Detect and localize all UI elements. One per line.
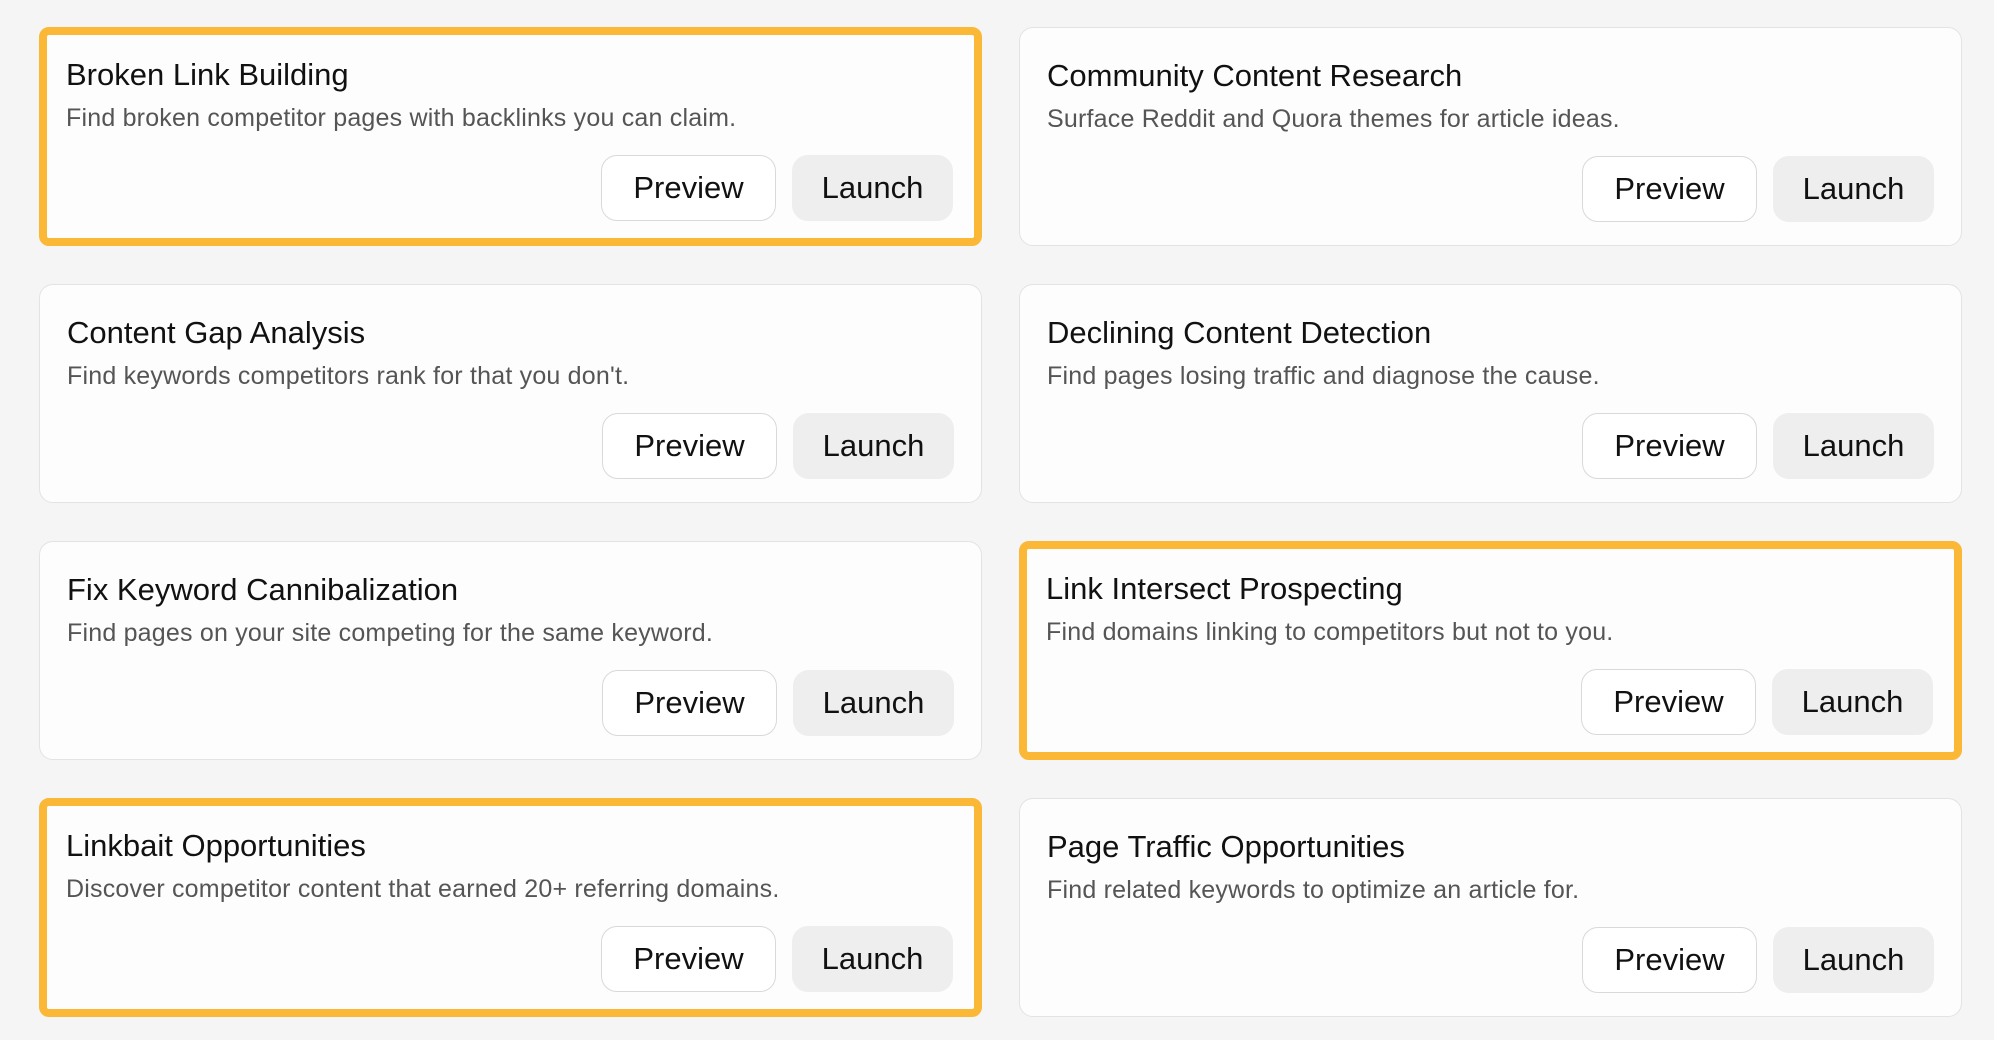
card-title: Linkbait Opportunities	[66, 828, 366, 863]
workflow-card-declining-content-detection: Declining Content Detection Find pages l…	[1019, 284, 1962, 503]
launch-button[interactable]: Launch	[792, 155, 953, 221]
workflow-card-fix-keyword-cannibalization: Fix Keyword Cannibalization Find pages o…	[39, 541, 982, 760]
card-description: Find pages on your site competing for th…	[67, 619, 714, 647]
launch-button[interactable]: Launch	[1773, 156, 1934, 222]
workflow-card-content-gap-analysis: Content Gap Analysis Find keywords compe…	[39, 284, 982, 503]
card-title: Link Intersect Prospecting	[1046, 571, 1403, 606]
preview-button[interactable]: Preview	[602, 413, 777, 479]
card-title: Content Gap Analysis	[67, 315, 366, 350]
workflow-card-grid: Broken Link Building Find broken competi…	[39, 27, 1962, 1017]
card-title: Broken Link Building	[66, 57, 349, 92]
workflow-card-linkbait-opportunities: Linkbait Opportunities Discover competit…	[39, 798, 982, 1017]
preview-button[interactable]: Preview	[1582, 156, 1757, 222]
card-title: Declining Content Detection	[1047, 315, 1432, 350]
card-title: Fix Keyword Cannibalization	[67, 572, 459, 607]
preview-button[interactable]: Preview	[1582, 413, 1757, 479]
preview-button[interactable]: Preview	[602, 670, 777, 736]
card-description: Find keywords competitors rank for that …	[67, 362, 630, 390]
workflow-card-link-intersect-prospecting: Link Intersect Prospecting Find domains …	[1019, 541, 1962, 760]
launch-button[interactable]: Launch	[793, 413, 954, 479]
card-description: Find domains linking to competitors but …	[1046, 618, 1614, 646]
preview-button[interactable]: Preview	[1581, 669, 1756, 735]
card-title: Page Traffic Opportunities	[1047, 829, 1405, 864]
card-description: Find pages losing traffic and diagnose t…	[1047, 362, 1600, 390]
preview-button[interactable]: Preview	[1582, 927, 1757, 993]
launch-button[interactable]: Launch	[792, 926, 953, 992]
launch-button[interactable]: Launch	[1773, 413, 1934, 479]
preview-button[interactable]: Preview	[601, 926, 776, 992]
launch-button[interactable]: Launch	[1773, 927, 1934, 993]
launch-button[interactable]: Launch	[1772, 669, 1933, 735]
workflow-card-page-traffic-opportunities: Page Traffic Opportunities Find related …	[1019, 798, 1962, 1017]
preview-button[interactable]: Preview	[601, 155, 776, 221]
card-description: Surface Reddit and Quora themes for arti…	[1047, 105, 1620, 133]
card-title: Community Content Research	[1047, 58, 1463, 93]
workflow-card-community-content-research: Community Content Research Surface Reddi…	[1019, 27, 1962, 246]
launch-button[interactable]: Launch	[793, 670, 954, 736]
card-description: Find related keywords to optimize an art…	[1047, 876, 1580, 904]
workflow-card-broken-link-building: Broken Link Building Find broken competi…	[39, 27, 982, 246]
card-description: Discover competitor content that earned …	[66, 875, 780, 903]
card-description: Find broken competitor pages with backli…	[66, 104, 737, 132]
